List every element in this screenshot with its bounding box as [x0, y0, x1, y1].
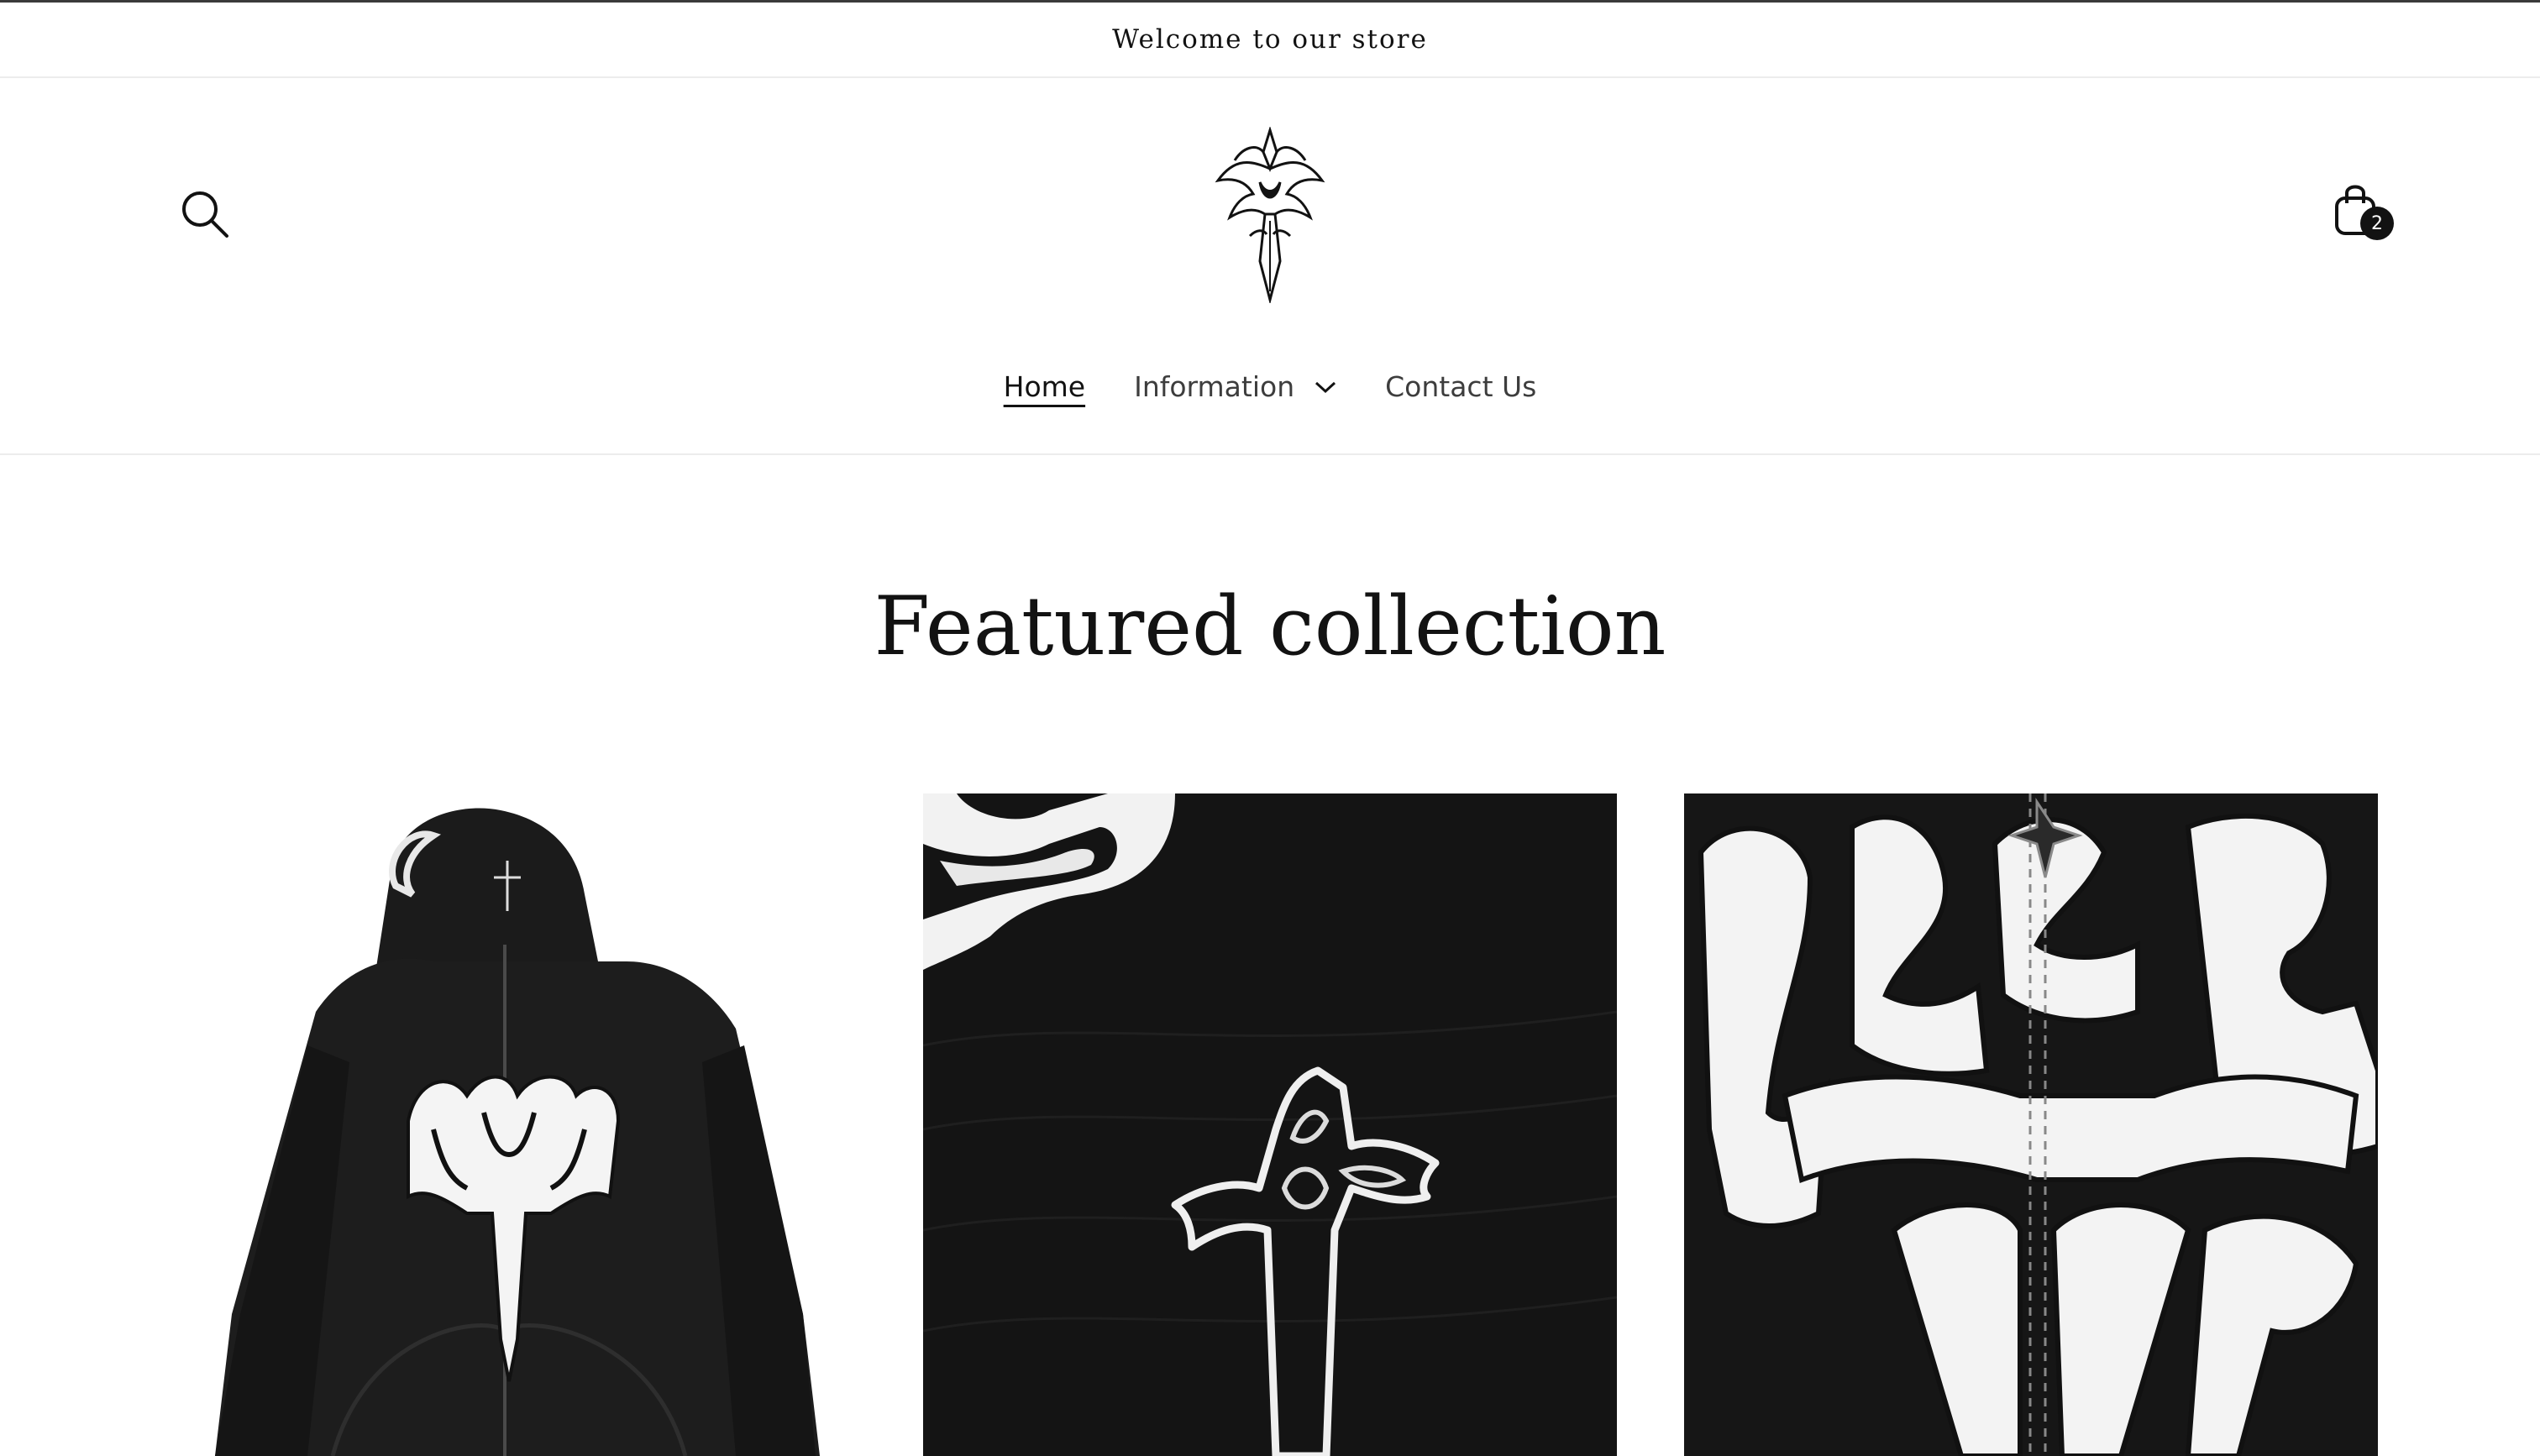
product-image-cross-closeup — [923, 793, 1617, 1456]
product-image-hoodie — [181, 793, 875, 1456]
site-header: 2 Home Information Contact Us — [0, 78, 2540, 455]
search-button[interactable] — [178, 187, 232, 241]
store-logo[interactable] — [1210, 125, 1330, 305]
nav-item-home[interactable]: Home — [1004, 364, 1085, 410]
nav-item-information[interactable]: Information — [1134, 364, 1336, 410]
section-title: Featured collection — [874, 579, 1666, 673]
announcement-bar: Welcome to our store — [0, 3, 2540, 78]
product-card[interactable] — [1684, 793, 2378, 1456]
product-image-zipper-closeup — [1684, 793, 2378, 1456]
product-card[interactable] — [181, 793, 875, 1456]
nav-item-label: Contact Us — [1385, 370, 1537, 403]
cart-button[interactable]: 2 — [2327, 175, 2402, 250]
search-icon — [182, 191, 228, 238]
product-card[interactable] — [923, 793, 1617, 1456]
main-nav: Home Information Contact Us — [0, 364, 2540, 410]
gothic-cross-logo-icon — [1215, 125, 1325, 305]
nav-item-label: Home — [1003, 370, 1086, 403]
cart-count-badge: 2 — [2360, 207, 2394, 240]
nav-item-contact[interactable]: Contact Us — [1385, 364, 1536, 410]
nav-item-label: Information — [1134, 370, 1295, 403]
announcement-text: Welcome to our store — [1112, 24, 1428, 55]
chevron-down-icon — [1315, 381, 1336, 393]
